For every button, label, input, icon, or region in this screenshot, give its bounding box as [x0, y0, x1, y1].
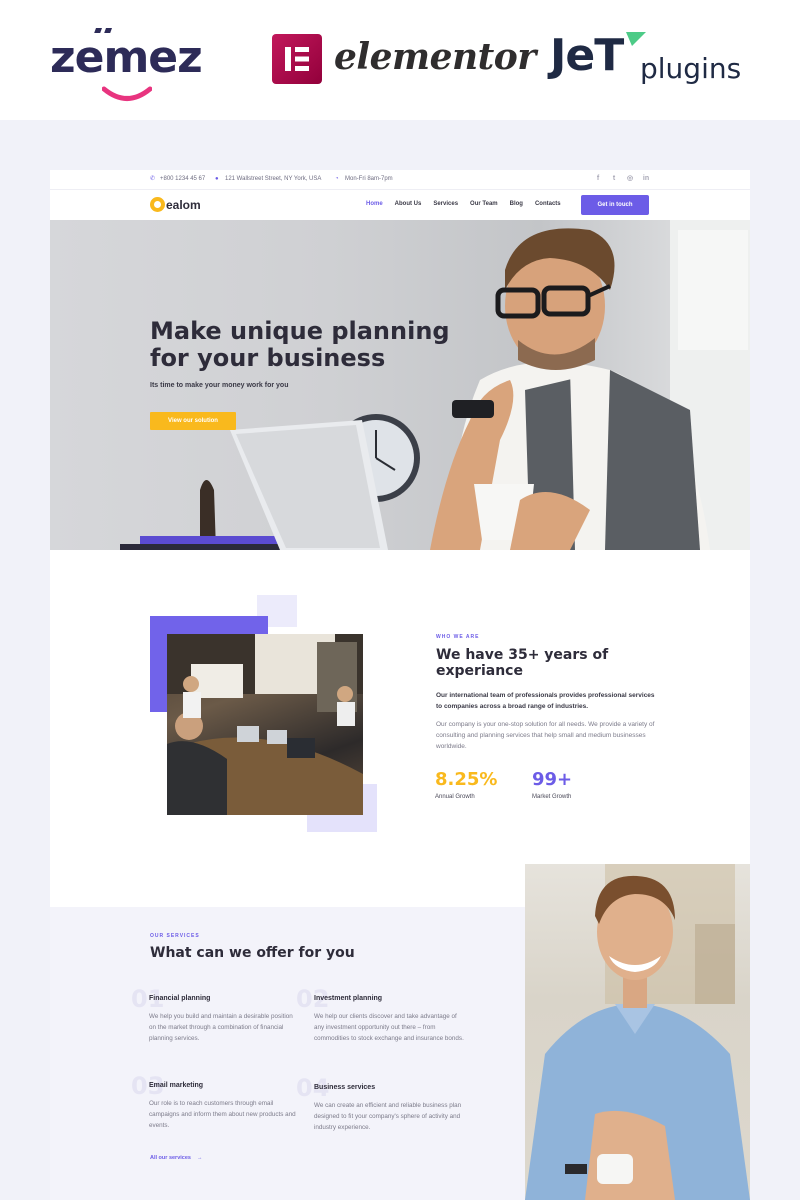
stat-annual-growth: 8.25% Annual Growth: [435, 769, 497, 800]
logo-text: ealom: [166, 197, 201, 212]
service-item-investment[interactable]: 02 Investment planning We help our clien…: [296, 985, 464, 1044]
about-image-block: [150, 595, 380, 835]
main-navbar: ealom Home About Us Services Our Team Bl…: [50, 190, 750, 220]
all-services-link[interactable]: All our services →: [150, 1155, 202, 1161]
service-title: Investment planning: [314, 995, 383, 1002]
service-title: Business services: [314, 1084, 376, 1091]
nav-menu: Home About Us Services Our Team Blog Con…: [366, 201, 561, 207]
all-services-label: All our services: [150, 1155, 191, 1161]
zemez-wordmark: zemez: [50, 32, 203, 83]
zemez-logo[interactable]: zemez: [50, 26, 210, 101]
elementor-wordmark: elementor: [334, 36, 536, 78]
address-info: ● 121 Wallstreet Street, NY York, USA: [215, 176, 321, 182]
service-desc: We help you build and maintain a desirab…: [149, 1013, 293, 1042]
stat-market-growth: 99+ Market Growth: [532, 769, 572, 800]
nav-link-team[interactable]: Our Team: [470, 201, 498, 207]
stat-value: 8.25%: [435, 769, 498, 790]
arrow-right-icon: →: [196, 1155, 203, 1161]
about-title: We have 35+ years of experiance: [436, 647, 609, 679]
consultant-photo: [525, 864, 750, 1200]
facebook-icon[interactable]: f: [594, 175, 602, 183]
elementor-logo[interactable]: elementor: [272, 34, 536, 88]
nav-link-contacts[interactable]: Contacts: [535, 201, 561, 207]
nav-link-blog[interactable]: Blog: [510, 201, 523, 207]
team-meeting-photo: [167, 634, 363, 815]
social-links: f t ◎ in: [594, 175, 650, 183]
address-text: 121 Wallstreet Street, NY York, USA: [225, 176, 322, 182]
plugins-wordmark: plugins: [640, 52, 742, 85]
site-preview: ✆ +800 1234 45 67 ● 121 Wallstreet Stree…: [50, 170, 750, 1200]
get-in-touch-button[interactable]: Get in touch: [581, 195, 649, 215]
service-title: Financial planning: [149, 995, 211, 1002]
about-lead-text: Our international team of professionals …: [436, 692, 655, 710]
view-solution-button[interactable]: View our solution: [150, 412, 236, 430]
brand-strip: zemez elementor JeT plugins: [0, 0, 800, 120]
nav-link-about[interactable]: About Us: [395, 201, 422, 207]
elementor-badge-icon: [272, 34, 322, 84]
site-logo[interactable]: ealom: [150, 197, 201, 212]
hours-info: ◔ Mon-Fri 8am-7pm: [335, 176, 393, 182]
stat-value: 99+: [532, 769, 573, 790]
phone-icon: ✆: [150, 176, 156, 182]
phone-info[interactable]: ✆ +800 1234 45 67: [150, 176, 205, 182]
our-services-label: OUR SERVICES: [150, 933, 200, 939]
service-desc: Our role is to reach customers through e…: [149, 1100, 296, 1129]
nav-link-home[interactable]: Home: [366, 201, 383, 207]
hero-title: Make unique planning for your business: [150, 317, 450, 372]
jet-wordmark: JeT: [550, 30, 624, 81]
service-item-financial[interactable]: 01 Financial planning We help you build …: [131, 985, 299, 1044]
linkedin-icon[interactable]: in: [642, 175, 650, 183]
top-info-bar: ✆ +800 1234 45 67 ● 121 Wallstreet Stree…: [50, 170, 750, 190]
hero-section: Make unique planning for your business I…: [50, 220, 750, 550]
phone-text: +800 1234 45 67: [160, 176, 206, 182]
stat-label: Market Growth: [532, 794, 572, 800]
service-title: Email marketing: [149, 1082, 204, 1089]
twitter-icon[interactable]: t: [610, 175, 618, 183]
logo-mark-icon: [150, 197, 165, 212]
nav-link-services[interactable]: Services: [433, 201, 458, 207]
instagram-icon[interactable]: ◎: [626, 175, 634, 183]
service-item-email[interactable]: 03 Email marketing Our role is to reach …: [131, 1072, 299, 1131]
hours-text: Mon-Fri 8am-7pm: [345, 176, 393, 182]
services-title: What can we offer for you: [150, 945, 355, 961]
jetplugins-logo[interactable]: JeT plugins: [550, 30, 760, 90]
location-pin-icon: ●: [215, 176, 219, 182]
service-desc: We help our clients discover and take ad…: [314, 1013, 464, 1042]
stat-label: Annual Growth: [435, 794, 475, 800]
service-item-business[interactable]: 04 Business services We can create an ef…: [296, 1074, 464, 1133]
clock-icon: ◔: [335, 176, 339, 182]
zemez-smile-icon: [102, 86, 152, 101]
who-we-are-label: WHO WE ARE: [436, 634, 480, 640]
service-desc: We can create an efficient and reliable …: [314, 1102, 462, 1131]
about-body-text: Our company is your one-stop solution fo…: [436, 721, 655, 750]
hero-subtitle: Its time to make your money work for you: [150, 382, 289, 389]
jet-triangle-icon: [626, 32, 646, 46]
